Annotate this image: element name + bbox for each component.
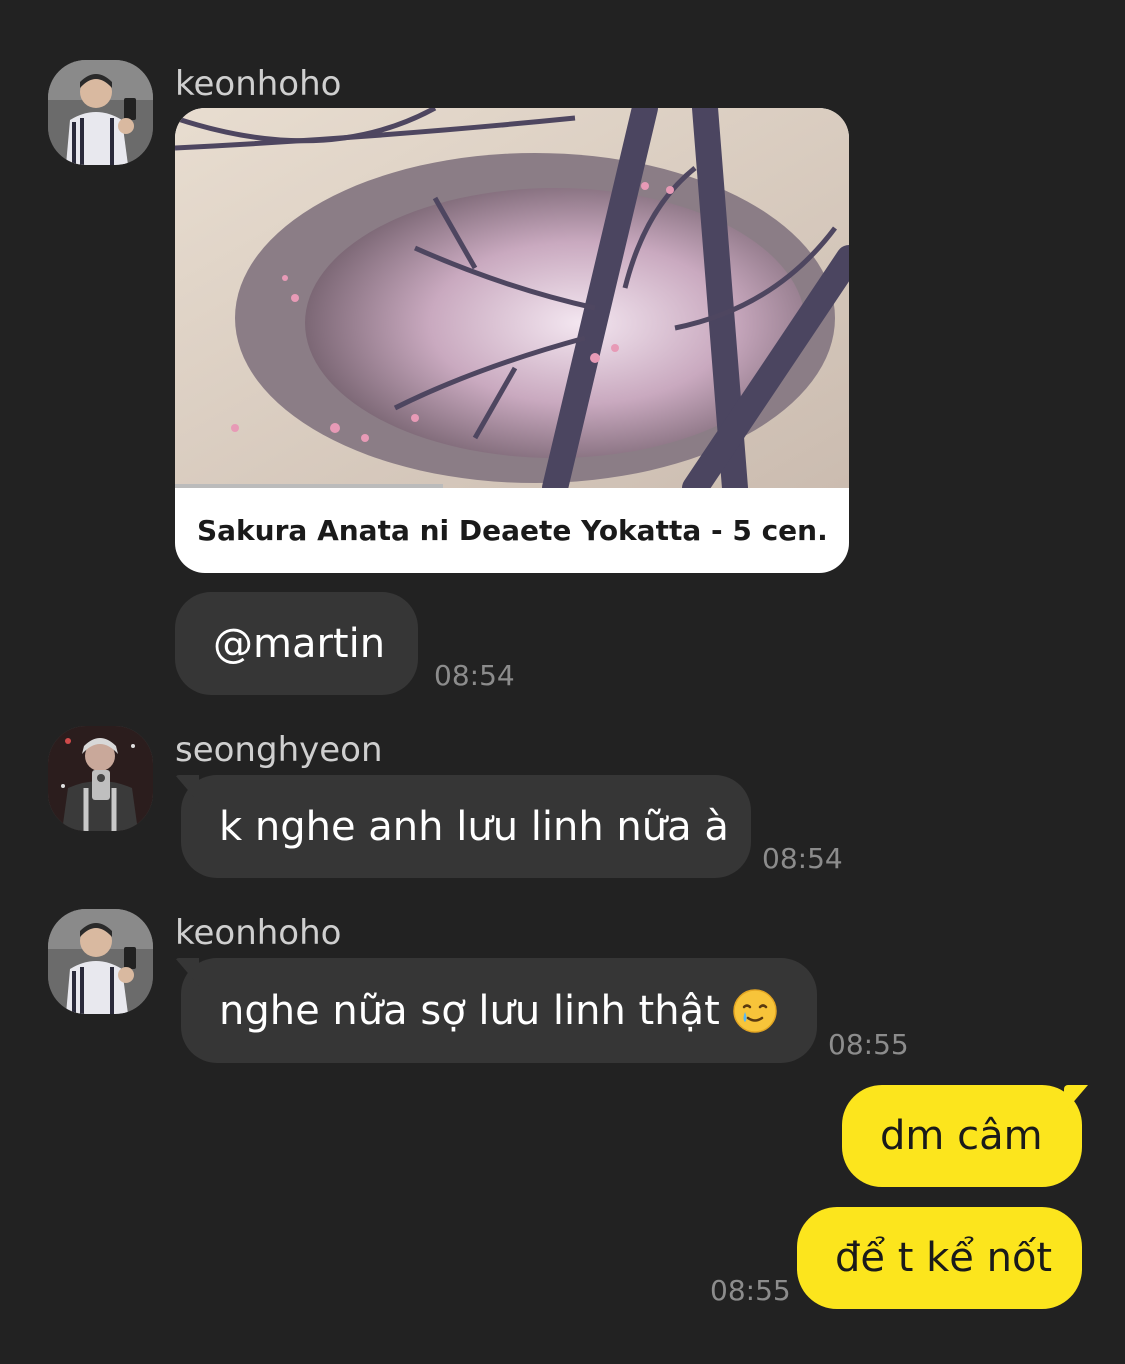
link-thumbnail-image: [175, 108, 849, 488]
message-bubble[interactable]: @martin: [175, 592, 418, 695]
message-time: 08:54: [434, 659, 515, 692]
sender-name: seonghyeon: [175, 730, 383, 770]
avatar-photo: [48, 726, 153, 831]
message-text: k nghe anh lưu linh nữa à: [219, 803, 729, 850]
message-text: dm câm: [880, 1113, 1043, 1159]
avatar-keonhoho[interactable]: [48, 909, 153, 1014]
link-preview-card[interactable]: Sakura Anata ni Deaete Yokatta - 5 cen..…: [175, 108, 849, 573]
message-text: nghe nữa sợ lưu linh thật: [219, 987, 720, 1034]
message-time: 08:55: [828, 1028, 909, 1061]
smiling-face-with-tear-icon: [732, 988, 778, 1034]
chat-screen: keonhoho Sakura Anata ni Deaete Yokatta …: [0, 0, 1125, 1364]
message-text: @martin: [213, 620, 386, 667]
message-time: 08:55: [710, 1274, 791, 1307]
message-time: 08:54: [762, 842, 843, 875]
avatar-keonhoho[interactable]: [48, 60, 153, 165]
message-bubble[interactable]: k nghe anh lưu linh nữa à: [181, 775, 751, 878]
message-text: để t kể nốt: [835, 1235, 1053, 1281]
avatar-seonghyeon[interactable]: [48, 726, 153, 831]
sender-name: keonhoho: [175, 64, 342, 104]
sender-name: keonhoho: [175, 913, 342, 953]
message-bubble[interactable]: nghe nữa sợ lưu linh thật: [181, 958, 817, 1063]
link-title: Sakura Anata ni Deaete Yokatta - 5 cen..…: [197, 514, 827, 547]
avatar-photo: [48, 909, 153, 1014]
avatar-photo: [48, 60, 153, 165]
my-message-bubble[interactable]: dm câm: [842, 1085, 1082, 1187]
my-message-bubble[interactable]: để t kể nốt: [797, 1207, 1082, 1309]
